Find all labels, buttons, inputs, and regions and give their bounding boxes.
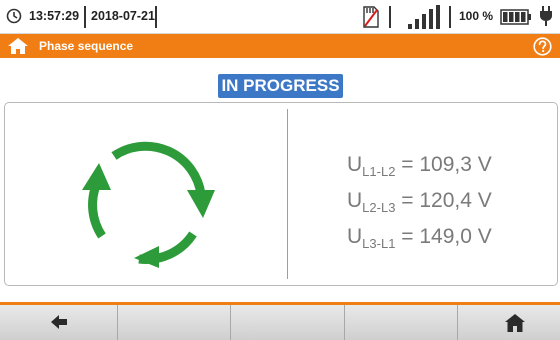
toolbar-button-3[interactable]	[231, 305, 345, 340]
panel-divider	[287, 109, 288, 279]
status-badge: IN PROGRESS	[218, 74, 343, 98]
voltage-reading-l1-l2: UL1-L2 = 109,3 V	[347, 153, 492, 179]
back-arrow-icon	[51, 315, 67, 329]
status-date: 2018-07-21	[91, 9, 155, 23]
voltage-readings: UL1-L2 = 109,3 V UL2-L3 = 120,4 V UL3-L1…	[347, 147, 492, 255]
page-title: Phase sequence	[39, 39, 134, 53]
home-icon	[505, 314, 525, 332]
clock-icon	[6, 8, 22, 24]
back-button[interactable]	[0, 305, 118, 340]
home-icon[interactable]	[7, 37, 29, 55]
signal-strength-icon	[408, 5, 440, 29]
memory-card-icon	[363, 6, 379, 28]
help-icon[interactable]	[533, 37, 552, 56]
status-separator	[449, 6, 451, 28]
voltage-reading-l3-l1: UL3-L1 = 149,0 V	[347, 225, 492, 251]
phase-rotation-icon	[82, 141, 215, 268]
toolbar-button-2[interactable]	[118, 305, 231, 340]
measurement-panel: UL1-L2 = 109,3 V UL2-L3 = 120,4 V UL3-L1…	[4, 102, 558, 286]
bottom-toolbar	[0, 302, 560, 340]
status-bar: 13:57:29 2018-07-21 100 %	[0, 0, 560, 34]
status-separator	[389, 6, 391, 28]
battery-icon	[500, 9, 531, 25]
battery-percentage: 100 %	[459, 9, 494, 23]
status-separator	[155, 6, 157, 28]
toolbar-button-4[interactable]	[345, 305, 458, 340]
voltage-reading-l2-l3: UL2-L3 = 120,4 V	[347, 189, 492, 215]
status-separator	[84, 6, 86, 28]
power-plug-icon	[540, 6, 552, 26]
title-bar: Phase sequence	[0, 34, 560, 58]
home-button[interactable]	[458, 305, 560, 340]
status-time: 13:57:29	[29, 9, 80, 23]
